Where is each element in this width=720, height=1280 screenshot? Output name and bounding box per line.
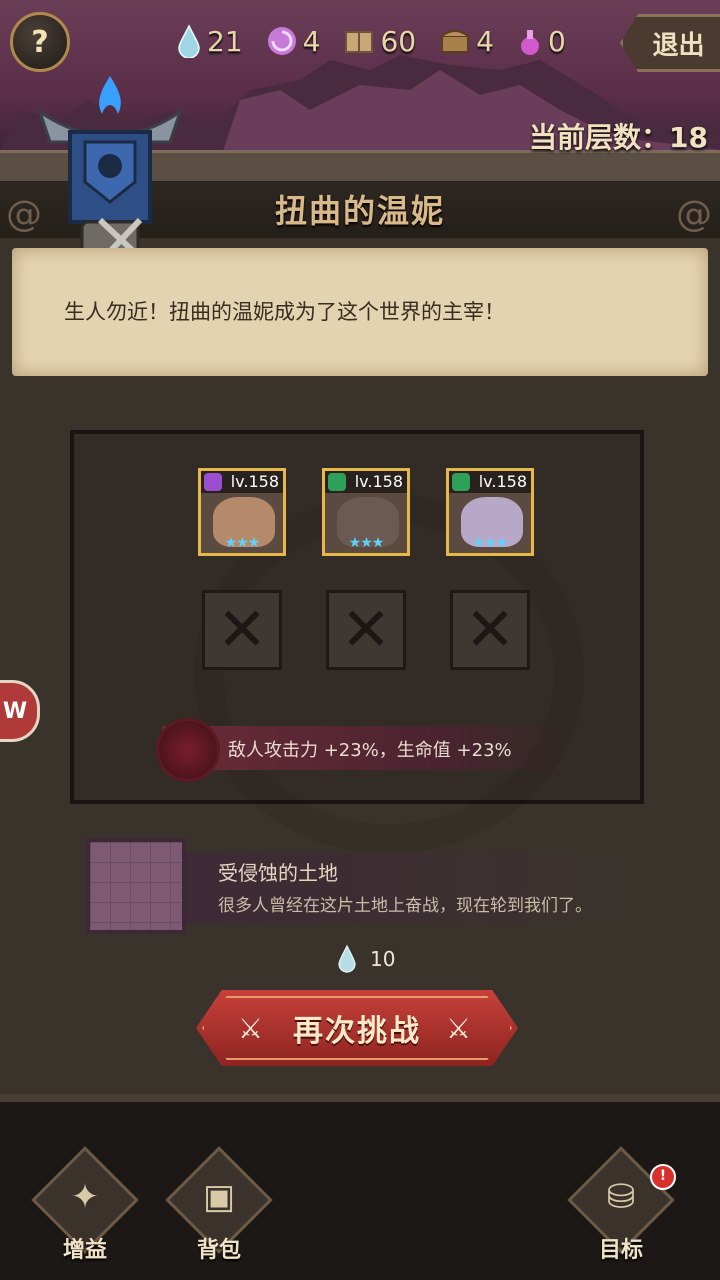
enemy-hero-2[interactable]: lv.158 ★★★ [322,468,410,556]
backpack-icon: ▣ [202,1177,236,1217]
help-button[interactable]: ? [10,12,70,72]
element-green-icon [452,473,470,491]
nav-goal-button[interactable]: ⛁ ! 目标 [566,1146,676,1268]
nav-goal-label: 目标 [598,1238,643,1263]
empty-slot-1: ✕ [202,590,282,670]
resource-box[interactable]: 60 [342,24,416,58]
boss-description: 生人勿近！扭曲的温妮成为了这个世界的主宰！ [64,300,505,324]
challenge-cost-value: 10 [370,947,396,971]
resource-bar: 21 4 60 4 0 [175,24,566,58]
resource-water[interactable]: 21 [175,24,243,58]
element-green-icon [328,473,346,491]
nav-backpack-label: 背包 [196,1238,241,1263]
boss-emblem-icon [37,76,183,270]
empty-slot-3: ✕ [450,590,530,670]
potion-icon [520,30,539,55]
resource-swirl-value: 4 [302,24,321,58]
empty-slot-2: ✕ [326,590,406,670]
nav-backpack-button[interactable]: ▣ 背包 [164,1146,274,1268]
empty-slot-x-icon: ✕ [216,595,268,665]
treasure-chest-icon [441,30,470,53]
supply-box-icon [345,31,374,53]
help-label: ? [31,24,49,60]
challenge-cost: 10 [336,944,395,974]
hero-stars: ★★★ [472,535,509,551]
goal-chest-icon: ⛁ [606,1177,636,1217]
terrain-name: 受侵蚀的土地 [218,861,338,885]
enemy-lineup-frame: lv.158 ★★★ lv.158 ★★★ lv.158 ★★★ ✕ ✕ ✕ 敌… [70,430,644,854]
nav-boost-label: 增益 [62,1238,107,1263]
terrain-description: 很多人曾经在这片土地上奋战，现在轮到我们了。 [218,896,592,916]
enemy-hero-1[interactable]: lv.158 ★★★ [198,468,286,556]
nav-boost-button[interactable]: ✦ 增益 [30,1146,140,1268]
floor-indicator: 当前层数：18 [529,116,708,156]
resource-box-value: 60 [380,24,417,58]
purple-swirl-icon [267,27,296,55]
enemy-hero-3[interactable]: lv.158 ★★★ [446,468,534,556]
resource-water-value: 21 [207,24,243,58]
hero-stars: ★★★ [348,535,385,551]
water-drop-icon [178,24,200,58]
water-drop-icon [338,944,356,973]
floor-label: 当前层数： [529,121,670,154]
game-screen: { "header": { "help_label": "?", "exit_l… [0,0,720,1280]
floor-value: 18 [669,121,708,154]
boss-description-panel: 生人勿近！扭曲的温妮成为了这个世界的主宰！ [12,248,708,376]
notification-badge: ! [650,1164,676,1190]
resource-potion-value: 0 [547,24,566,58]
challenge-label: 再次挑战 [293,1014,421,1049]
empty-slot-x-icon: ✕ [464,595,516,665]
terrain-icon[interactable] [86,838,186,934]
boost-icon: ✦ [70,1177,100,1217]
octopus-buff-icon[interactable] [156,718,220,782]
element-purple-icon [204,473,222,491]
exit-button[interactable]: 退出 [620,14,720,72]
side-event-tab[interactable]: W [0,680,40,742]
enemy-buff-text: 敌人攻击力 +23%，生命值 +23% [228,740,512,761]
resource-swirl[interactable]: 4 [265,24,321,58]
challenge-again-button[interactable]: ⚔ ⚔ 再次挑战 [196,990,518,1066]
resource-chest-value: 4 [476,24,494,58]
empty-slot-x-icon: ✕ [340,595,392,665]
hero-stars: ★★★ [224,535,261,551]
resource-chest[interactable]: 4 [438,24,494,58]
exit-label: 退出 [652,30,705,61]
resource-potion[interactable]: 0 [516,24,566,58]
